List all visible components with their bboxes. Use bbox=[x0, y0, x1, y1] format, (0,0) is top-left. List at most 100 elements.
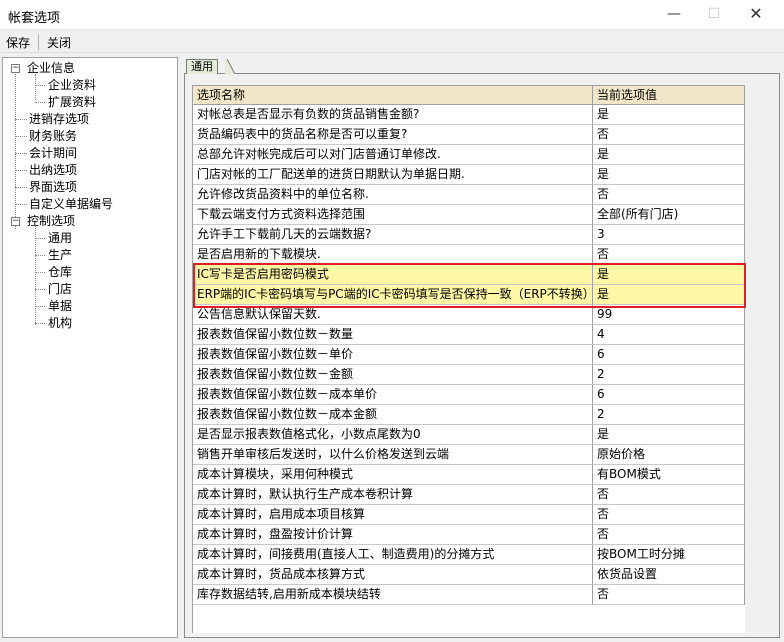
option-value-cell[interactable]: 是 bbox=[593, 145, 745, 165]
option-value-cell[interactable]: 是 bbox=[593, 105, 745, 125]
table-row[interactable]: 下载云端支付方式资料选择范围 全部(所有门店) bbox=[193, 205, 745, 225]
table-row[interactable]: 成本计算时，货品成本核算方式 依货品设置 bbox=[193, 565, 745, 585]
option-name-cell[interactable]: 下载云端支付方式资料选择范围 bbox=[193, 205, 593, 225]
column-header-current-value[interactable]: 当前选项值 bbox=[593, 86, 745, 105]
option-value-cell[interactable]: 否 bbox=[593, 505, 745, 525]
tree-item-extended-data[interactable]: 扩展资料 bbox=[48, 94, 96, 111]
option-value-cell[interactable]: 否 bbox=[593, 525, 745, 545]
option-name-cell[interactable]: 总部允许对帐完成后可以对门店普通订单修改. bbox=[193, 145, 593, 165]
table-row[interactable]: 货品编码表中的货品名称是否可以重复? 否 bbox=[193, 125, 745, 145]
tree-item-documents[interactable]: 单据 bbox=[48, 298, 72, 315]
table-row[interactable]: 是否启用新的下载模块. 否 bbox=[193, 245, 745, 265]
option-value-cell[interactable]: 2 bbox=[593, 405, 745, 425]
option-name-cell[interactable]: 门店对帐的工厂配送单的进货日期默认为单据日期. bbox=[193, 165, 593, 185]
tree-item-company-data[interactable]: 企业资料 bbox=[48, 77, 96, 94]
option-value-cell[interactable]: 全部(所有门店) bbox=[593, 205, 745, 225]
tab-general[interactable]: 通用 bbox=[186, 59, 218, 74]
table-row[interactable]: 成本计算时，默认执行生产成本卷积计算否 bbox=[193, 485, 745, 505]
tree-item-company-info[interactable]: 企业信息 bbox=[27, 60, 75, 77]
table-row[interactable]: 报表数值保留小数位数－成本单价 6 bbox=[193, 385, 745, 405]
table-row[interactable]: 销售开单审核后发送时，以什么价格发送到云端 原始价格 bbox=[193, 445, 745, 465]
tree-item-control-options[interactable]: 控制选项 bbox=[27, 213, 75, 230]
tree-item-finance-accounts[interactable]: 财务账务 bbox=[29, 128, 77, 145]
table-row[interactable]: 报表数值保留小数位数－单价 6 bbox=[193, 345, 745, 365]
option-value-cell[interactable]: 3 bbox=[593, 225, 745, 245]
tree-item-production[interactable]: 生产 bbox=[48, 247, 72, 264]
close-window-button[interactable]: ✕ bbox=[736, 0, 776, 30]
tree-item-store[interactable]: 门店 bbox=[48, 281, 72, 298]
option-name-cell[interactable]: 成本计算时，盘盈按计价计算 bbox=[193, 525, 593, 545]
table-row[interactable]: 公告信息默认保留天数. 99 bbox=[193, 305, 745, 325]
option-value-cell[interactable]: 否 bbox=[593, 485, 745, 505]
option-name-cell[interactable]: 报表数值保留小数位数－单价 bbox=[193, 345, 593, 365]
option-name-cell[interactable]: 公告信息默认保留天数. bbox=[193, 305, 593, 325]
option-value-cell[interactable]: 否 bbox=[593, 245, 745, 265]
option-name-cell[interactable]: 库存数据结转,启用新成本模块结转 bbox=[193, 585, 593, 605]
option-value-cell[interactable]: 4 bbox=[593, 325, 745, 345]
option-name-cell[interactable]: 成本计算时，货品成本核算方式 bbox=[193, 565, 593, 585]
option-name-cell[interactable]: 是否启用新的下载模块. bbox=[193, 245, 593, 265]
option-value-cell[interactable]: 否 bbox=[593, 125, 745, 145]
tree-item-inventory-options[interactable]: 进销存选项 bbox=[29, 111, 89, 128]
table-row[interactable]: 允许修改货品资料中的单位名称. 否 bbox=[193, 185, 745, 205]
option-value-cell[interactable]: 依货品设置 bbox=[593, 565, 745, 585]
tree-item-organization[interactable]: 机构 bbox=[48, 315, 72, 332]
close-button[interactable]: 关闭 bbox=[47, 34, 71, 51]
option-value-cell[interactable]: 6 bbox=[593, 385, 745, 405]
option-name-cell[interactable]: 销售开单审核后发送时，以什么价格发送到云端 bbox=[193, 445, 593, 465]
table-row[interactable]: 库存数据结转,启用新成本模块结转否 bbox=[193, 585, 745, 605]
option-value-cell[interactable]: 否 bbox=[593, 185, 745, 205]
option-name-cell[interactable]: 成本计算模块，采用何种模式 bbox=[193, 465, 593, 485]
option-name-cell[interactable]: 是否显示报表数值格式化，小数点尾数为0 bbox=[193, 425, 593, 445]
option-name-cell[interactable]: 报表数值保留小数位数－成本单价 bbox=[193, 385, 593, 405]
column-header-option-name[interactable]: 选项名称 bbox=[193, 86, 593, 105]
option-name-cell[interactable]: 允许手工下载前几天的云端数据? bbox=[193, 225, 593, 245]
option-value-cell[interactable]: 否 bbox=[593, 585, 745, 605]
option-name-cell[interactable]: 报表数值保留小数位数－金额 bbox=[193, 365, 593, 385]
option-name-cell[interactable]: 成本计算时，默认执行生产成本卷积计算 bbox=[193, 485, 593, 505]
option-value-cell[interactable]: 是 bbox=[593, 265, 745, 285]
option-name-cell[interactable]: 成本计算时，间接费用(直接人工、制造费用)的分摊方式 bbox=[193, 545, 593, 565]
option-name-cell[interactable]: 允许修改货品资料中的单位名称. bbox=[193, 185, 593, 205]
maximize-button[interactable]: ☐ bbox=[694, 0, 734, 30]
save-button[interactable]: 保存 bbox=[6, 34, 30, 51]
table-row[interactable]: 门店对帐的工厂配送单的进货日期默认为单据日期. 是 bbox=[193, 165, 745, 185]
option-value-cell[interactable]: 是 bbox=[593, 165, 745, 185]
option-value-cell[interactable]: 99 bbox=[593, 305, 745, 325]
tree-item-ui-options[interactable]: 界面选项 bbox=[29, 179, 77, 196]
option-value-cell[interactable]: 原始价格 bbox=[593, 445, 745, 465]
table-row[interactable]: 是否显示报表数值格式化，小数点尾数为0 是 bbox=[193, 425, 745, 445]
tree-item-general[interactable]: 通用 bbox=[48, 230, 72, 247]
option-name-cell[interactable]: 成本计算时，启用成本项目核算 bbox=[193, 505, 593, 525]
table-row[interactable]: 成本计算时，间接费用(直接人工、制造费用)的分摊方式 按BOM工时分摊 bbox=[193, 545, 745, 565]
option-value-cell[interactable]: 按BOM工时分摊 bbox=[593, 545, 745, 565]
table-row[interactable]: 成本计算时，启用成本项目核算否 bbox=[193, 505, 745, 525]
tree-item-cashier-options[interactable]: 出纳选项 bbox=[29, 162, 77, 179]
table-row[interactable]: 总部允许对帐完成后可以对门店普通订单修改. 是 bbox=[193, 145, 745, 165]
table-row[interactable]: 允许手工下载前几天的云端数据? 3 bbox=[193, 225, 745, 245]
tree-item-custom-doc-number[interactable]: 自定义单据编号 bbox=[29, 196, 113, 213]
table-row[interactable]: 成本计算时，盘盈按计价计算否 bbox=[193, 525, 745, 545]
minimize-button[interactable]: — bbox=[654, 0, 694, 30]
table-row[interactable]: IC写卡是否启用密码模式是 bbox=[193, 265, 745, 285]
option-name-cell[interactable]: IC写卡是否启用密码模式 bbox=[193, 265, 593, 285]
option-value-cell[interactable]: 2 bbox=[593, 365, 745, 385]
option-name-cell[interactable]: 对帐总表是否显示有负数的货品销售金额? bbox=[193, 105, 593, 125]
collapse-icon[interactable]: − bbox=[11, 217, 20, 226]
table-row[interactable]: ERP端的IC卡密码填写与PC端的IC卡密码填写是否保持一致（ERP不转换）是 bbox=[193, 285, 745, 305]
table-row[interactable]: 报表数值保留小数位数－数量 4 bbox=[193, 325, 745, 345]
option-name-cell[interactable]: ERP端的IC卡密码填写与PC端的IC卡密码填写是否保持一致（ERP不转换） bbox=[193, 285, 593, 305]
option-value-cell[interactable]: 是 bbox=[593, 425, 745, 445]
tree-item-warehouse[interactable]: 仓库 bbox=[48, 264, 72, 281]
option-name-cell[interactable]: 报表数值保留小数位数－数量 bbox=[193, 325, 593, 345]
table-row[interactable]: 成本计算模块，采用何种模式 有BOM模式 bbox=[193, 465, 745, 485]
option-value-cell[interactable]: 有BOM模式 bbox=[593, 465, 745, 485]
table-row[interactable]: 对帐总表是否显示有负数的货品销售金额? 是 bbox=[193, 105, 745, 125]
tree-item-accounting-period[interactable]: 会计期间 bbox=[29, 145, 77, 162]
table-row[interactable]: 报表数值保留小数位数－金额 2 bbox=[193, 365, 745, 385]
option-value-cell[interactable]: 是 bbox=[593, 285, 745, 305]
option-value-cell[interactable]: 6 bbox=[593, 345, 745, 365]
table-row[interactable]: 报表数值保留小数位数－成本金额 2 bbox=[193, 405, 745, 425]
collapse-icon[interactable]: − bbox=[11, 64, 20, 73]
option-name-cell[interactable]: 报表数值保留小数位数－成本金额 bbox=[193, 405, 593, 425]
